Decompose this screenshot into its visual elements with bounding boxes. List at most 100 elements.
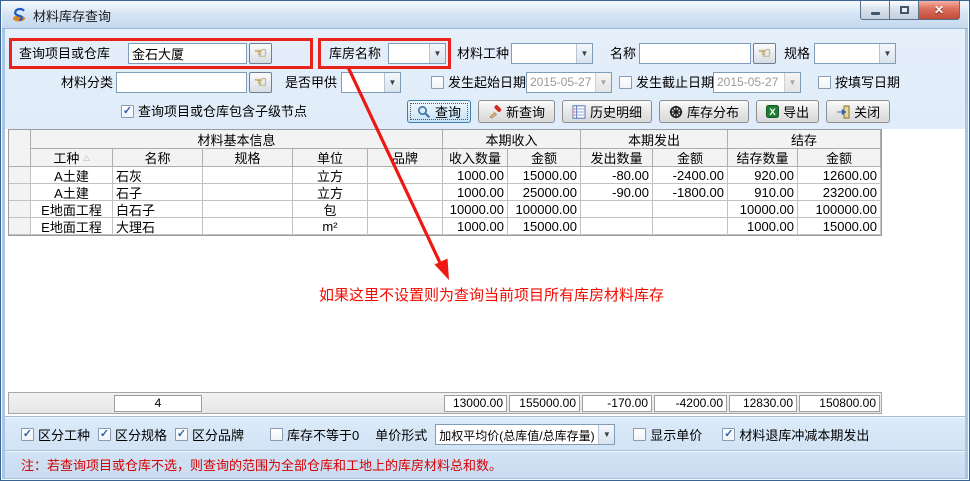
show-unit-price-checkbox[interactable]: [633, 428, 646, 441]
results-table: 材料基本信息 本期收入 本期发出 结存 工种△ 名称 规格 单位 品牌 收入数量…: [8, 129, 882, 236]
distinguish-brand-checkbox[interactable]: ✓: [175, 428, 188, 441]
project-or-warehouse-input[interactable]: [128, 43, 247, 64]
stock-distribution-button[interactable]: 库存分布: [659, 100, 749, 123]
chevron-down-icon[interactable]: ▼: [595, 73, 611, 92]
chevron-down-icon[interactable]: ▼: [784, 73, 800, 92]
sort-ascending-icon: △: [83, 153, 89, 162]
chevron-down-icon[interactable]: ▼: [384, 73, 400, 92]
history-detail-button[interactable]: 历史明细: [562, 100, 652, 123]
column-header-name[interactable]: 名称: [113, 149, 203, 167]
new-query-button[interactable]: 新查询: [478, 100, 555, 123]
warehouse-name-value: [389, 44, 429, 63]
column-header-type[interactable]: 工种△: [31, 149, 113, 167]
end-date-value: 2015-05-27: [714, 73, 784, 92]
summary-bal-amt: 150800.00: [799, 395, 880, 412]
nonzero-stock-option[interactable]: 库存不等于0: [270, 425, 359, 444]
column-header-out-qty[interactable]: 发出数量: [581, 149, 653, 167]
chevron-down-icon[interactable]: ▼: [598, 425, 614, 444]
column-header-out-amt[interactable]: 金额: [653, 149, 728, 167]
minimize-button[interactable]: [860, 1, 889, 20]
window-controls: ✕: [860, 1, 960, 20]
window-title: 材料库存查询: [33, 6, 111, 25]
magnifier-icon: [417, 105, 431, 119]
list-icon: [572, 105, 586, 119]
minimize-icon: [871, 12, 880, 15]
column-header-spec[interactable]: 规格: [203, 149, 293, 167]
end-date-checkbox[interactable]: [619, 76, 632, 89]
summary-out-qty: -170.00: [582, 395, 652, 412]
export-button[interactable]: X 导出: [756, 100, 819, 123]
column-header-bal-amt[interactable]: 金额: [798, 149, 881, 167]
material-type-value: [512, 44, 576, 63]
close-icon: ✕: [934, 4, 944, 16]
material-type-combobox[interactable]: ▼: [511, 43, 593, 64]
column-header-in-qty[interactable]: 收入数量: [443, 149, 508, 167]
toolbar: 查询 新查询 历史明细 库存分布 X 导出 关闭: [407, 100, 890, 123]
chevron-down-icon[interactable]: ▼: [576, 44, 592, 63]
chevron-down-icon[interactable]: ▼: [429, 44, 445, 63]
close-window-button[interactable]: ✕: [918, 1, 960, 20]
summary-bal-qty: 12830.00: [729, 395, 797, 412]
nonzero-stock-checkbox[interactable]: [270, 428, 283, 441]
distinguish-type-checkbox[interactable]: ✓: [21, 428, 34, 441]
column-header-brand[interactable]: 品牌: [368, 149, 443, 167]
check-mark: ✓: [123, 106, 132, 117]
return-offset-option[interactable]: ✓材料退库冲减本期发出: [722, 425, 869, 444]
options-row: ✓区分工种 ✓区分规格 ✓区分品牌 库存不等于0 单价形式 加权平均价(总库值/…: [21, 424, 869, 445]
summary-row-count: 4: [114, 395, 202, 412]
by-fill-date-label: 按填写日期: [835, 72, 900, 93]
end-date-label: 发生截止日期: [636, 72, 714, 93]
price-form-value: 加权平均价(总库值/总库存量): [436, 425, 598, 444]
options-panel: ✓区分工种 ✓区分规格 ✓区分品牌 库存不等于0 单价形式 加权平均价(总库值/…: [5, 416, 965, 478]
warehouse-name-combobox[interactable]: ▼: [388, 43, 446, 64]
exit-door-icon: [836, 105, 850, 119]
footer-note: 注：若查询项目或仓库不选，则查询的范围为全部仓库和工地上的库房材料总和数。: [21, 455, 502, 474]
name-input[interactable]: [639, 43, 751, 64]
category-browse-button[interactable]: ☜: [249, 72, 272, 93]
owner-supplied-combobox[interactable]: ▼: [341, 72, 401, 93]
include-children-label: 查询项目或仓库包含子级节点: [138, 101, 307, 122]
owner-supplied-value: [342, 73, 384, 92]
svg-text:X: X: [769, 107, 776, 118]
brush-icon: [488, 105, 502, 119]
name-browse-button[interactable]: ☜: [753, 43, 776, 64]
material-type-label: 材料工种: [457, 43, 509, 64]
distinguish-spec-option[interactable]: ✓区分规格: [98, 425, 167, 444]
divider: [5, 450, 965, 452]
spec-combobox[interactable]: ▼: [814, 43, 896, 64]
app-icon: [11, 7, 27, 23]
chevron-down-icon[interactable]: ▼: [879, 44, 895, 63]
wheel-icon: [669, 105, 683, 119]
maximize-button[interactable]: [889, 1, 918, 20]
column-header-unit[interactable]: 单位: [293, 149, 368, 167]
spec-value: [815, 44, 879, 63]
include-children-checkbox[interactable]: ✓: [121, 105, 134, 118]
start-date-picker[interactable]: 2015-05-27 ▼: [526, 72, 612, 93]
project-or-warehouse-label: 查询项目或仓库: [19, 43, 110, 64]
by-fill-date-checkbox[interactable]: [818, 76, 831, 89]
warehouse-name-label: 库房名称: [329, 43, 381, 64]
end-date-picker[interactable]: 2015-05-27 ▼: [713, 72, 801, 93]
distinguish-brand-option[interactable]: ✓区分品牌: [175, 425, 244, 444]
summary-in-amt: 155000.00: [509, 395, 580, 412]
column-header-bal-qty[interactable]: 结存数量: [728, 149, 798, 167]
start-date-label: 发生起始日期: [448, 72, 526, 93]
project-browse-button[interactable]: ☜: [249, 43, 272, 64]
material-category-input[interactable]: [116, 72, 247, 93]
price-form-combobox[interactable]: 加权平均价(总库值/总库存量) ▼: [435, 424, 615, 445]
select-hand-icon: ☜: [254, 75, 267, 90]
title-bar[interactable]: 材料库存查询: [2, 2, 968, 29]
summary-in-qty: 13000.00: [444, 395, 507, 412]
distinguish-type-option[interactable]: ✓区分工种: [21, 425, 90, 444]
owner-supplied-label: 是否甲供: [285, 72, 337, 93]
close-button[interactable]: 关闭: [826, 100, 890, 123]
show-unit-price-option[interactable]: 显示单价: [633, 425, 702, 444]
column-header-in-amt[interactable]: 金额: [508, 149, 581, 167]
results-grid-area: 材料基本信息 本期收入 本期发出 结存 工种△ 名称 规格 单位 品牌 收入数量…: [5, 129, 965, 416]
start-date-checkbox[interactable]: [431, 76, 444, 89]
distinguish-spec-checkbox[interactable]: ✓: [98, 428, 111, 441]
return-offset-checkbox[interactable]: ✓: [722, 428, 735, 441]
start-date-value: 2015-05-27: [527, 73, 595, 92]
select-hand-icon: ☜: [254, 46, 267, 61]
query-button[interactable]: 查询: [407, 100, 471, 123]
